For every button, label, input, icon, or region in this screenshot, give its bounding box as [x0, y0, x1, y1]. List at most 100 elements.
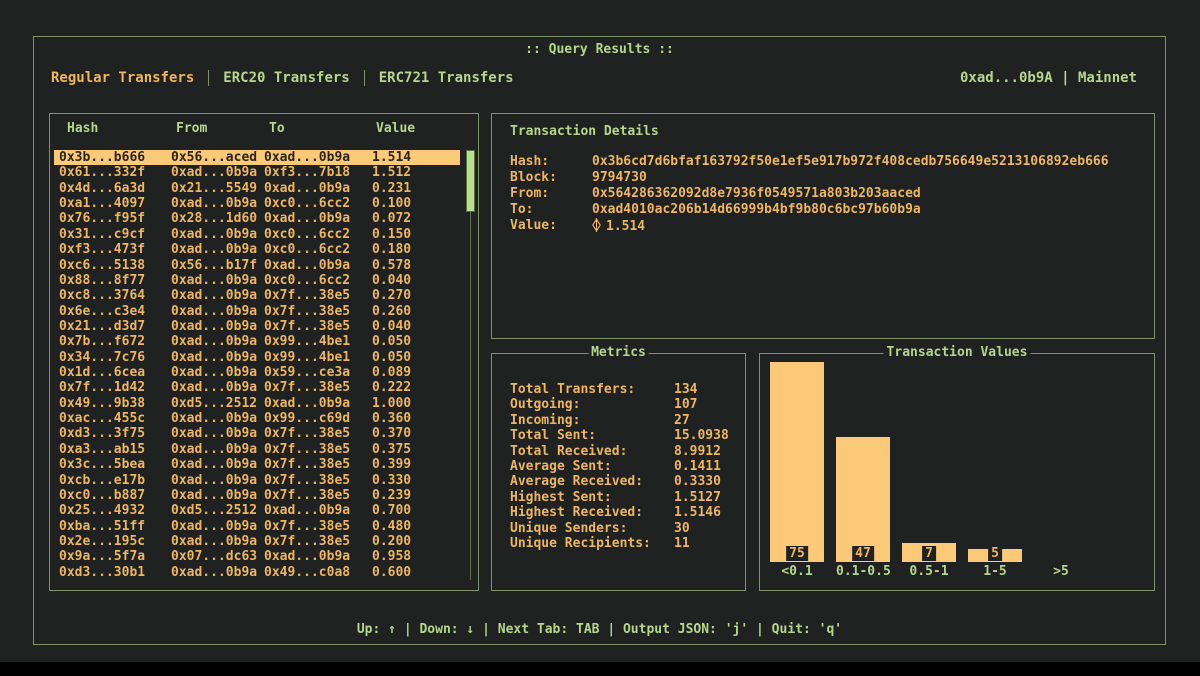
- cell-hash: 0x4d...6a3d: [59, 181, 171, 196]
- cell-hash: 0x2e...195c: [59, 534, 171, 549]
- table-row[interactable]: 0x7b...f6720xad...0b9a0x99...4be10.050: [54, 334, 460, 349]
- table-row[interactable]: 0x49...9b380xd5...25120xad...0b9a1.000: [54, 396, 460, 411]
- metric-label: Highest Received:: [510, 505, 674, 520]
- chart-x-label: <0.1: [770, 564, 824, 579]
- table-row[interactable]: 0xc0...b8870xad...0b9a0x7f...38e50.239: [54, 488, 460, 503]
- cell-to: 0x7f...38e5: [264, 534, 372, 549]
- table-row[interactable]: 0xf3...473f0xad...0b9a0xc0...6cc20.180: [54, 242, 460, 257]
- metric-value: 107: [674, 397, 697, 412]
- table-row[interactable]: 0x3c...5bea0xad...0b9a0x7f...38e50.399: [54, 457, 460, 472]
- metric-average-sent: Average Sent:0.1411: [510, 459, 737, 474]
- table-row[interactable]: 0x2e...195c0xad...0b9a0x7f...38e50.200: [54, 534, 460, 549]
- cell-hash: 0x49...9b38: [59, 396, 171, 411]
- cell-to: 0xc0...6cc2: [264, 196, 372, 211]
- cell-from: 0x56...b17f: [171, 258, 264, 273]
- table-row[interactable]: 0x4d...6a3d0x21...55490xad...0b9a0.231: [54, 181, 460, 196]
- metric-label: Unique Recipients:: [510, 536, 674, 551]
- metric-label: Incoming:: [510, 413, 674, 428]
- chart-bar: 7: [902, 543, 956, 562]
- cell-to: 0x7f...38e5: [264, 426, 372, 441]
- cell-to: 0x7f...38e5: [264, 488, 372, 503]
- table-row[interactable]: 0x34...7c760xad...0b9a0x99...4be10.050: [54, 350, 460, 365]
- table-row[interactable]: 0xba...51ff0xad...0b9a0x7f...38e50.480: [54, 519, 460, 534]
- metrics-items: Total Transfers:134Outgoing:107Incoming:…: [510, 382, 737, 551]
- cell-to: 0xc0...6cc2: [264, 242, 372, 257]
- chart-bar-slot: 75: [770, 354, 824, 562]
- cell-from: 0xad...0b9a: [171, 165, 264, 180]
- metric-highest-received: Highest Received:1.5146: [510, 505, 737, 520]
- tab-regular-transfers[interactable]: Regular Transfers: [51, 70, 194, 86]
- table-row[interactable]: 0x25...49320xd5...25120xad...0b9a0.700: [54, 503, 460, 518]
- table-row[interactable]: 0x21...d3d70xad...0b9a0x7f...38e50.040: [54, 319, 460, 334]
- eth-icon: [592, 218, 601, 235]
- table-row[interactable]: 0xd3...30b10xad...0b9a0x49...c0a80.600: [54, 565, 460, 580]
- metric-outgoing: Outgoing:107: [510, 397, 737, 412]
- table-row[interactable]: 0xc6...51380x56...b17f0xad...0b9a0.578: [54, 258, 460, 273]
- cell-from: 0xad...0b9a: [171, 473, 264, 488]
- cell-hash: 0x3c...5bea: [59, 457, 171, 472]
- table-row[interactable]: 0xd3...3f750xad...0b9a0x7f...38e50.370: [54, 426, 460, 441]
- cell-hash: 0x6e...c3e4: [59, 304, 171, 319]
- cell-hash: 0xba...51ff: [59, 519, 171, 534]
- cell-value: 0.330: [372, 473, 460, 488]
- table-row[interactable]: 0x7f...1d420xad...0b9a0x7f...38e50.222: [54, 380, 460, 395]
- cell-value: 0.700: [372, 503, 460, 518]
- detail-field-from: From:0x564286362092d8e7936f0549571a803b2…: [510, 186, 1144, 202]
- table-row[interactable]: 0x9a...5f7a0x07...dc630xad...0b9a0.958: [54, 549, 460, 564]
- table-row[interactable]: 0x6e...c3e40xad...0b9a0x7f...38e50.260: [54, 304, 460, 319]
- transfers-table-panel: HashFromToValue 0x3b...b6660x56...aced0x…: [49, 113, 479, 591]
- cell-from: 0xad...0b9a: [171, 380, 264, 395]
- table-row[interactable]: 0xcb...e17b0xad...0b9a0x7f...38e50.330: [54, 473, 460, 488]
- cell-value: 0.040: [372, 319, 460, 334]
- table-row[interactable]: 0x76...f95f0x28...1d600xad...0b9a0.072: [54, 211, 460, 226]
- metric-value: 15.0938: [674, 428, 729, 443]
- table-row[interactable]: 0xa1...40970xad...0b9a0xc0...6cc20.100: [54, 196, 460, 211]
- metric-label: Highest Sent:: [510, 490, 674, 505]
- cell-from: 0xad...0b9a: [171, 457, 264, 472]
- metric-label: Outgoing:: [510, 397, 674, 412]
- cell-value: 0.399: [372, 457, 460, 472]
- table-row[interactable]: 0xa3...ab150xad...0b9a0x7f...38e50.375: [54, 442, 460, 457]
- cell-value: 0.958: [372, 549, 460, 564]
- cell-from: 0x07...dc63: [171, 549, 264, 564]
- detail-value: 9794730: [592, 170, 647, 186]
- metric-label: Total Sent:: [510, 428, 674, 443]
- column-header-to: To: [269, 121, 376, 136]
- cell-to: 0x7f...38e5: [264, 442, 372, 457]
- table-row[interactable]: 0xc8...37640xad...0b9a0x7f...38e50.270: [54, 288, 460, 303]
- scrollbar-track: [470, 150, 471, 580]
- tab-erc721-transfers[interactable]: ERC721 Transfers: [379, 70, 514, 86]
- table-row[interactable]: 0x31...c9cf0xad...0b9a0xc0...6cc20.150: [54, 227, 460, 242]
- detail-label: Value:: [510, 218, 592, 235]
- cell-value: 0.578: [372, 258, 460, 273]
- cell-from: 0xad...0b9a: [171, 288, 264, 303]
- cell-from: 0x56...aced: [171, 150, 264, 165]
- cell-to: 0x7f...38e5: [264, 304, 372, 319]
- cell-hash: 0xac...455c: [59, 411, 171, 426]
- cell-to: 0xad...0b9a: [264, 396, 372, 411]
- cell-from: 0xad...0b9a: [171, 565, 264, 580]
- column-header-hash: Hash: [67, 121, 176, 136]
- table-row[interactable]: 0x88...8f770xad...0b9a0xc0...6cc20.040: [54, 273, 460, 288]
- details-panel-title: Transaction Details: [510, 124, 659, 139]
- cell-value: 0.050: [372, 350, 460, 365]
- tab-erc20-transfers[interactable]: ERC20 Transfers: [223, 70, 349, 86]
- table-header-row: HashFromToValue: [50, 121, 478, 136]
- metric-label: Average Received:: [510, 474, 674, 489]
- cell-hash: 0xa3...ab15: [59, 442, 171, 457]
- chart-bar-value: 75: [786, 546, 808, 561]
- chart-bar-slot: 47: [836, 354, 890, 562]
- scrollbar-thumb[interactable]: [466, 150, 475, 212]
- table-scrollbar[interactable]: [466, 150, 475, 580]
- cell-hash: 0x88...8f77: [59, 273, 171, 288]
- app-window: :: Query Results :: Regular TransfersERC…: [33, 36, 1166, 645]
- table-row[interactable]: 0x61...332f0xad...0b9a0xf3...7b181.512: [54, 165, 460, 180]
- cell-from: 0xad...0b9a: [171, 350, 264, 365]
- table-row[interactable]: 0xac...455c0xad...0b9a0x99...c69d0.360: [54, 411, 460, 426]
- chart-bar-slot: [1034, 354, 1088, 562]
- cell-value: 1.514: [372, 150, 460, 165]
- chart-panel: Transaction Values 754775 <0.10.1-0.50.5…: [759, 353, 1155, 591]
- table-row[interactable]: 0x3b...b6660x56...aced0xad...0b9a1.514: [54, 150, 460, 165]
- table-row[interactable]: 0x1d...6cea0xad...0b9a0x59...ce3a0.089: [54, 365, 460, 380]
- cell-hash: 0xc0...b887: [59, 488, 171, 503]
